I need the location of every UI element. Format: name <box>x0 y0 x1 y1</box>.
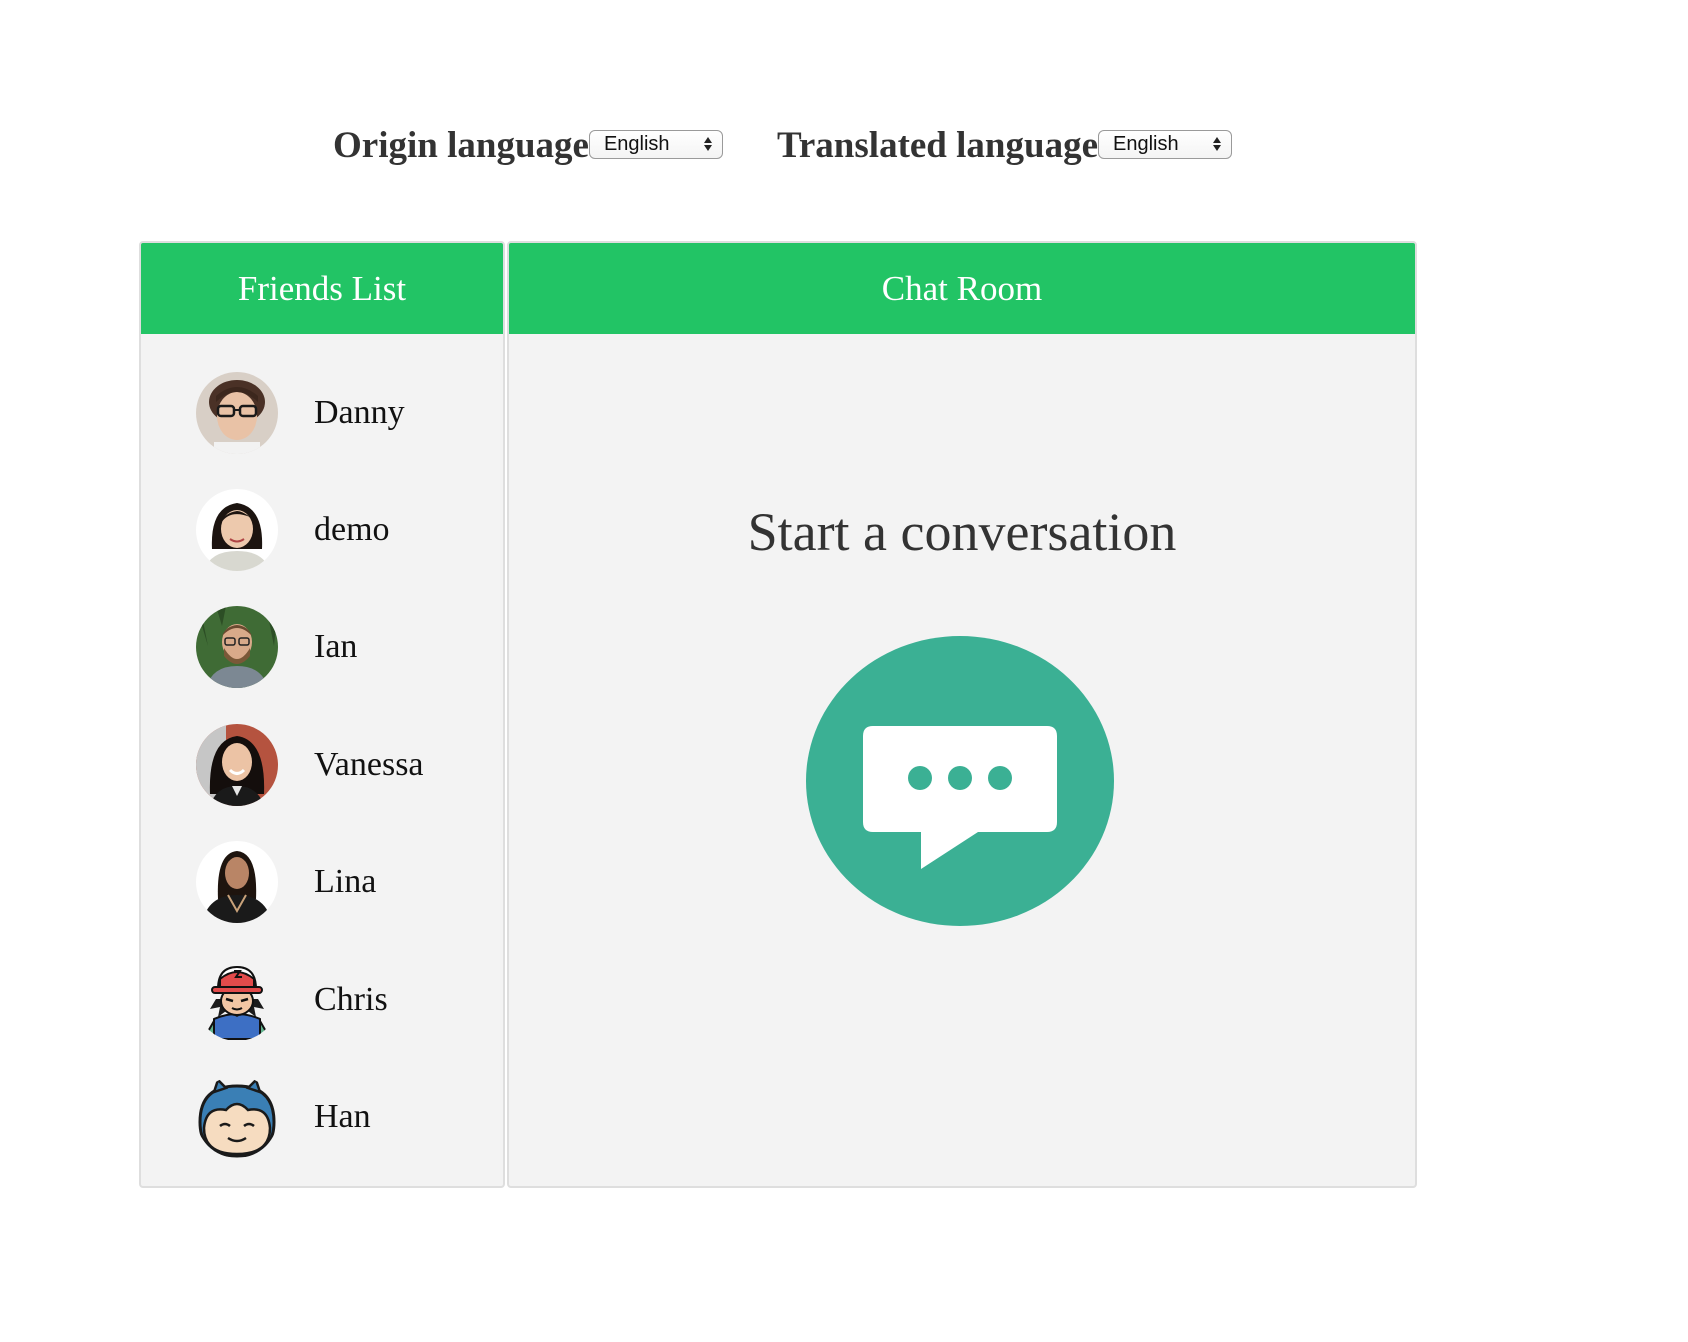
friend-name: Han <box>314 1098 371 1135</box>
friend-name: Vanessa <box>314 746 424 783</box>
chat-room-title: Chat Room <box>881 268 1043 308</box>
chat-bubble-icon <box>805 635 1115 927</box>
origin-language-value: English <box>603 132 670 155</box>
select-arrows-icon <box>703 137 712 151</box>
empty-state-message: Start a conversation <box>747 502 1177 562</box>
friends-panel: Friends List Danny demo Ian Vanessa Lina… <box>139 241 505 1188</box>
translated-language-value: English <box>1113 132 1179 155</box>
friend-item-vanessa[interactable]: Vanessa <box>196 724 424 806</box>
friend-name: demo <box>314 511 390 548</box>
origin-language-group: Origin language English <box>333 124 723 167</box>
friend-item-chris[interactable]: Chris <box>196 959 388 1041</box>
friend-name: Danny <box>314 394 405 431</box>
friends-panel-title: Friends List <box>237 268 407 308</box>
friend-item-danny[interactable]: Danny <box>196 372 405 454</box>
language-bar: Origin language English Translated langu… <box>333 120 1232 170</box>
origin-language-select[interactable]: English <box>588 129 723 159</box>
avatar <box>196 372 278 454</box>
avatar <box>196 841 278 923</box>
avatar <box>196 724 278 806</box>
chat-room-panel: Chat Room Start a conversation <box>507 241 1417 1188</box>
friend-item-demo[interactable]: demo <box>196 489 390 571</box>
origin-language-label: Origin language <box>333 124 589 166</box>
translated-language-select[interactable]: English <box>1098 129 1232 159</box>
chat-room-header: Chat Room <box>509 243 1415 334</box>
avatar <box>196 1076 278 1158</box>
avatar <box>196 489 278 571</box>
friend-item-lina[interactable]: Lina <box>196 841 376 923</box>
friend-name: Lina <box>314 863 377 900</box>
translated-language-label: Translated language <box>776 124 1098 166</box>
translated-language-group: Translated language English <box>777 124 1232 167</box>
avatar <box>196 959 278 1041</box>
friend-name: Chris <box>314 981 388 1018</box>
select-arrows-icon <box>1213 137 1221 151</box>
friend-name: Ian <box>314 628 358 665</box>
avatar <box>196 606 278 688</box>
friends-panel-header: Friends List <box>141 243 503 334</box>
friend-item-han[interactable]: Han <box>196 1076 371 1158</box>
friend-item-ian[interactable]: Ian <box>196 606 357 688</box>
